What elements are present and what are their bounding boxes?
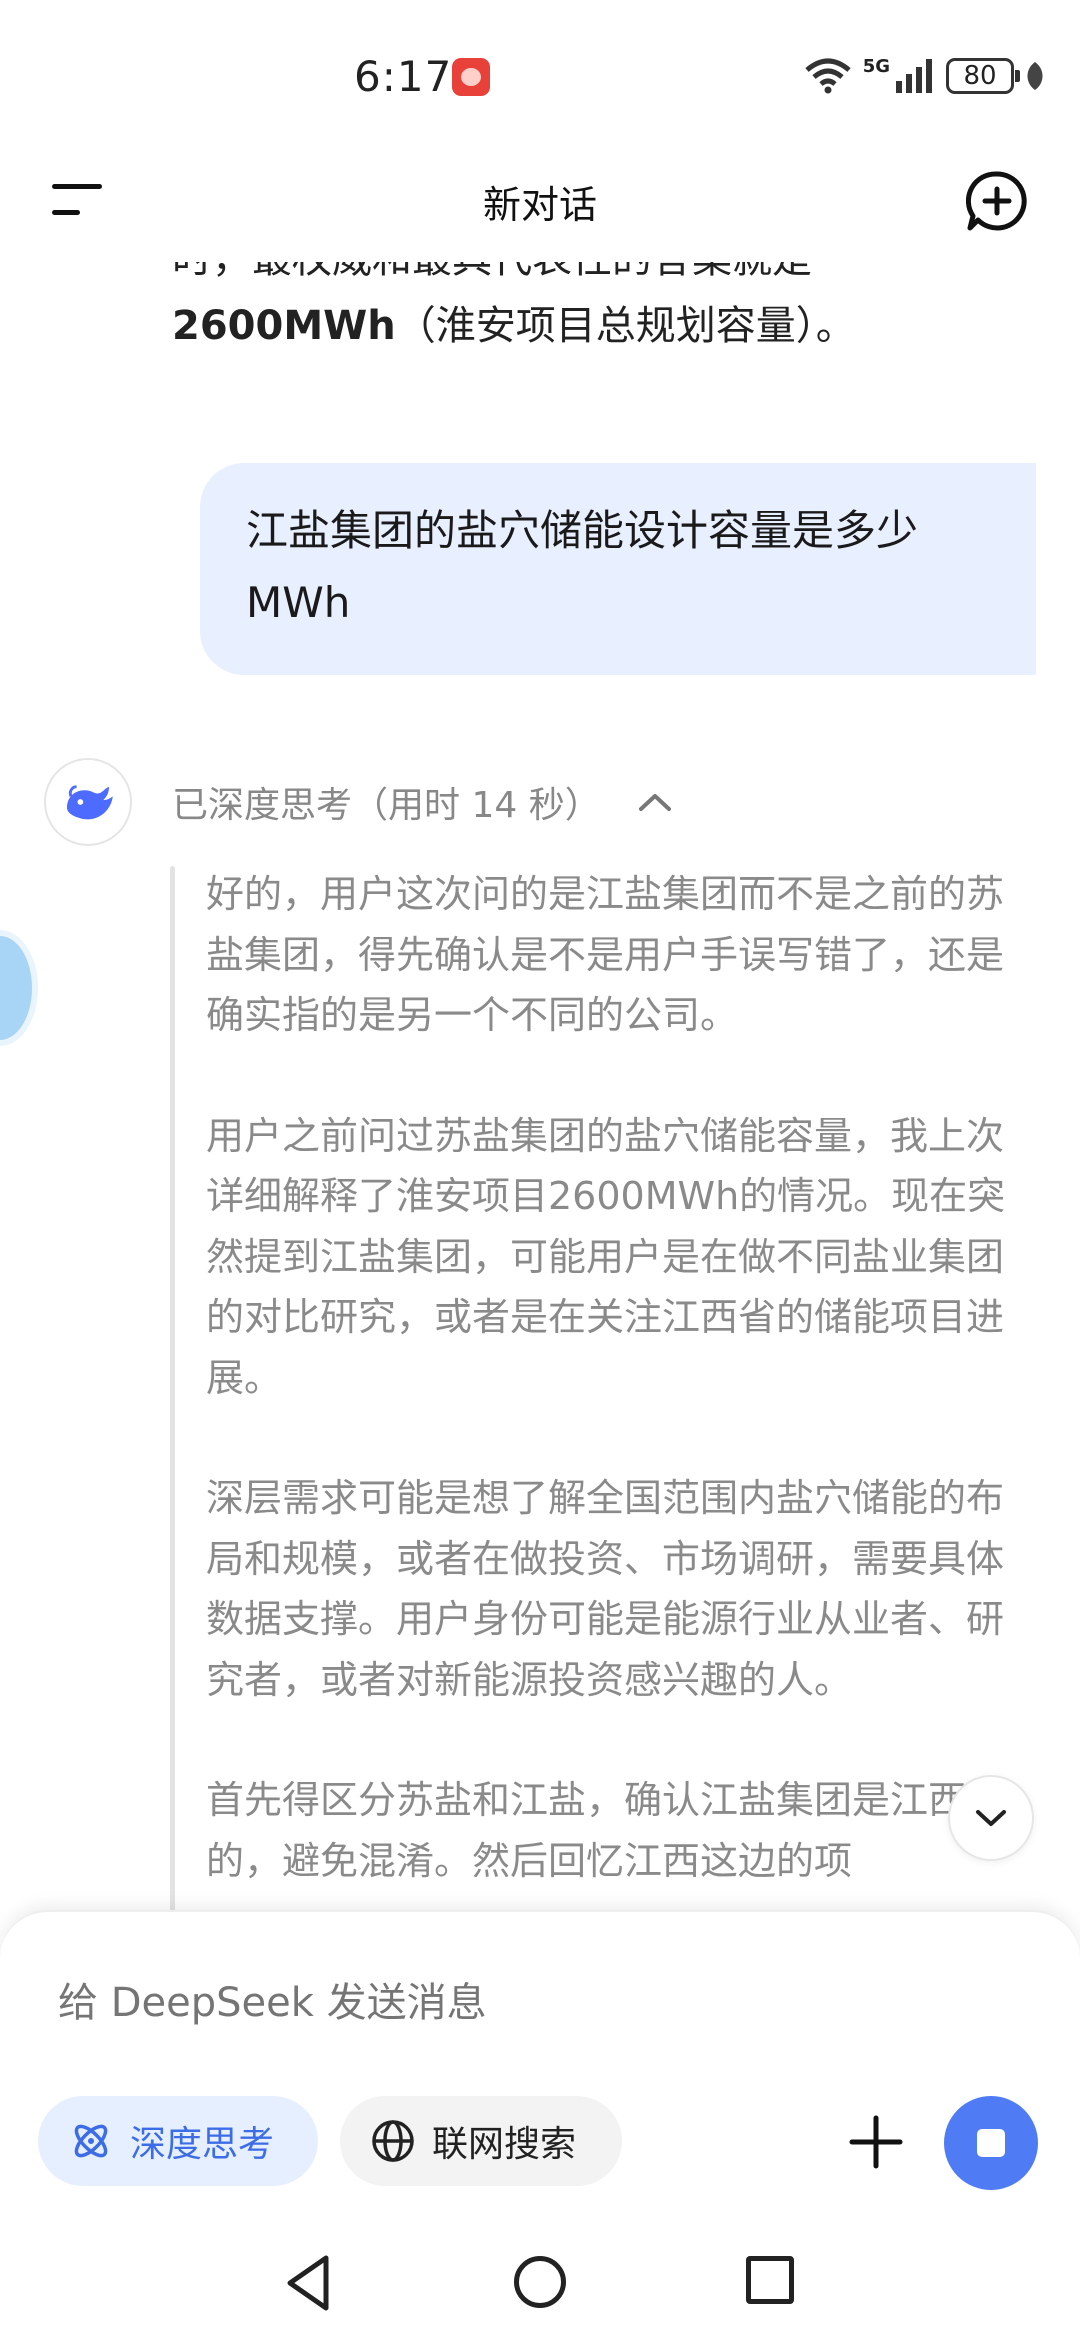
thinking-content: 好的，用户这次问的是江盐集团而不是之前的苏盐集团，得先确认是不是用户手误写错了，… <box>206 864 1026 1951</box>
thinking-divider <box>170 866 175 1926</box>
scroll-to-bottom-button[interactable] <box>948 1775 1034 1861</box>
deep-think-toggle[interactable]: 深度思考 <box>38 2096 318 2186</box>
notification-app-icon <box>452 58 490 96</box>
floating-assistant-bubble[interactable] <box>0 930 38 1046</box>
message-input[interactable] <box>58 1980 838 2026</box>
previous-answer: 2600MWh（淮安项目总规划容量）。 <box>172 296 992 356</box>
thinking-paragraph: 好的，用户这次问的是江盐集团而不是之前的苏盐集团，得先确认是不是用户手误写错了，… <box>206 872 1005 1037</box>
wifi-icon <box>805 58 851 94</box>
page-title: 新对话 <box>482 183 597 227</box>
previous-answer-value: 2600MWh <box>172 303 396 349</box>
status-bar: 6:17 5G 80 <box>0 0 1080 150</box>
network-type: 5G <box>862 55 890 77</box>
deep-think-label: 深度思考 <box>130 2124 275 2165</box>
atom-icon <box>74 2124 108 2158</box>
previous-answer-tail: （淮安项目总规划容量）。 <box>395 303 856 349</box>
user-message-bubble[interactable]: 江盐集团的盐穴储能设计容量是多少MWh <box>200 463 1036 675</box>
recent-apps-icon[interactable] <box>746 2256 794 2304</box>
status-icons: 5G 80 <box>803 56 1046 96</box>
attach-plus-icon[interactable] <box>846 2112 906 2172</box>
thinking-paragraph: 深层需求可能是想了解全国范围内盐穴储能的布局和规模，或者在做投资、市场调研，需要… <box>206 1476 1005 1702</box>
web-search-toggle[interactable]: 联网搜索 <box>340 2096 622 2186</box>
home-icon[interactable] <box>514 2256 566 2308</box>
thinking-toggle[interactable]: 已深度思考（用时 14 秒） <box>172 776 675 828</box>
globe-icon <box>372 2120 414 2162</box>
new-chat-icon[interactable] <box>966 170 1028 232</box>
thinking-header-label: 已深度思考（用时 14 秒） <box>172 785 601 826</box>
leaf-icon <box>1027 62 1043 90</box>
back-icon[interactable] <box>282 2252 338 2314</box>
web-search-label: 联网搜索 <box>432 2124 577 2165</box>
signal-icon <box>896 59 932 93</box>
thinking-paragraph: 用户之前问过苏盐集团的盐穴储能容量，我上次详细解释了淮安项目2600MWh的情况… <box>206 1113 1006 1400</box>
chevron-down-icon <box>976 1810 1006 1826</box>
top-app-bar: 新对话 <box>0 150 1080 250</box>
thinking-paragraph: 首先得区分苏盐和江盐，确认江盐集团是江西省的，避免混淆。然后回忆江西这边的项 <box>206 1778 1005 1883</box>
system-nav-bar <box>0 2230 1080 2340</box>
battery-icon: 80 <box>946 58 1020 94</box>
stop-icon <box>977 2129 1005 2157</box>
deepseek-avatar-icon <box>44 758 132 846</box>
status-time: 6:17 <box>354 52 453 101</box>
previous-answer-cut-line: 时，最权威和最具代表性的答案就是 <box>172 262 992 284</box>
chevron-up-icon <box>638 794 671 811</box>
stop-generation-button[interactable] <box>944 2096 1038 2190</box>
